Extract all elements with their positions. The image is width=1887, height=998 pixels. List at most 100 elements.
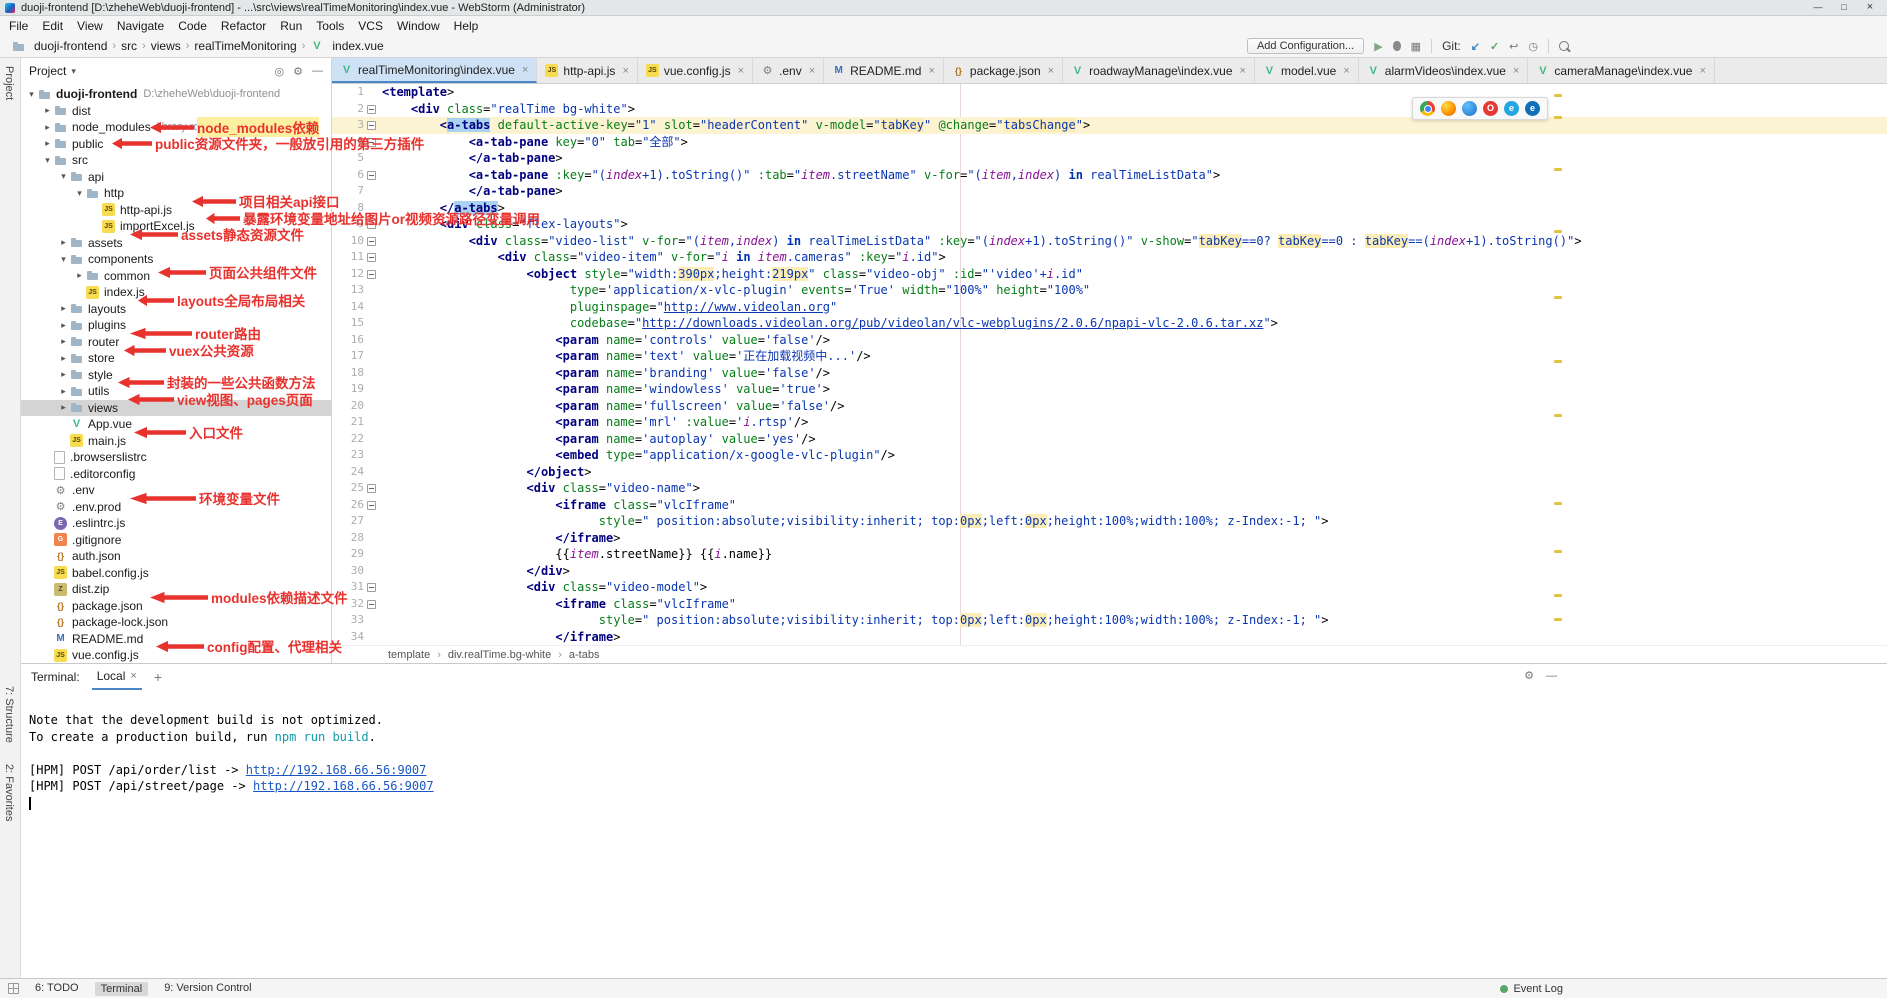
menu-run[interactable]: Run [273,19,309,33]
tree-item-.browserslistrc[interactable]: .browserslistrc [21,449,331,466]
firefox-icon[interactable] [1441,101,1456,116]
chevron-down-icon[interactable] [71,66,76,77]
git-commit-icon[interactable] [1490,40,1499,53]
chevron-expanded-icon[interactable] [25,89,38,100]
chevron-expanded-icon[interactable] [57,171,70,182]
tree-item-layouts[interactable]: layouts [21,301,331,318]
git-update-icon[interactable] [1471,40,1480,53]
fold-marker-icon[interactable] [364,579,378,596]
tree-item-auth.json[interactable]: auth.json [21,548,331,565]
chevron-collapsed-icon[interactable] [57,386,70,397]
menu-view[interactable]: View [70,19,110,33]
tree-item-.env[interactable]: .env [21,482,331,499]
menu-navigate[interactable]: Navigate [110,19,171,33]
hide-panel-icon[interactable] [1546,669,1557,682]
fold-marker-icon[interactable] [364,117,378,134]
editor-tab-package.json[interactable]: package.json [944,58,1063,83]
menu-tools[interactable]: Tools [309,19,351,33]
code-line[interactable]: 6 <a-tab-pane :key="(index+1).toString()… [332,167,1887,184]
tree-item-views[interactable]: views [21,400,331,417]
code-line[interactable]: 2 <div class="realTime bg-white"> [332,101,1887,118]
gear-icon[interactable] [293,65,303,78]
tree-item-plugins[interactable]: plugins [21,317,331,334]
chrome-icon[interactable] [1420,101,1435,116]
code-line[interactable]: 34 </iframe> [332,629,1887,646]
close-icon[interactable] [1048,65,1054,77]
editor-tab-vue.config.js[interactable]: vue.config.js [638,58,753,83]
close-icon[interactable] [1513,65,1519,77]
terminal-output[interactable]: Note that the development build is not o… [21,690,1887,978]
tool-button-project[interactable]: Project [3,66,15,100]
search-everywhere-icon[interactable] [1559,41,1569,51]
breadcrumb-src[interactable]: src [121,39,137,53]
error-stripe[interactable] [1552,84,1564,644]
tree-item-.eslintrc.js[interactable]: .eslintrc.js [21,515,331,532]
tree-item-README.md[interactable]: README.md [21,631,331,648]
fold-marker-icon[interactable] [364,596,378,613]
close-icon[interactable] [1240,65,1246,77]
code-line[interactable]: 12 <object style="width:390px;height:219… [332,266,1887,283]
tree-item-router[interactable]: router [21,334,331,351]
fold-marker-icon[interactable] [364,167,378,184]
chevron-collapsed-icon[interactable] [57,402,70,413]
editor-tab-README.md[interactable]: README.md [824,58,944,83]
breadcrumb-index.vue[interactable]: index.vue [310,39,383,53]
chevron-collapsed-icon[interactable] [57,353,70,364]
tree-item-src[interactable]: src [21,152,331,169]
code-line[interactable]: 16 <param name='controls' value='false'/… [332,332,1887,349]
menu-window[interactable]: Window [390,19,447,33]
editor-tab-http-api.js[interactable]: http-api.js [537,58,637,83]
fold-marker-icon[interactable] [364,480,378,497]
tree-item-common[interactable]: common [21,268,331,285]
code-line[interactable]: 31 <div class="video-model"> [332,579,1887,596]
breadcrumb-template[interactable]: template [388,649,430,661]
tree-item-http-api.js[interactable]: http-api.js [21,202,331,219]
gear-icon[interactable] [1524,669,1534,682]
code-line[interactable]: 18 <param name='branding' value='false'/… [332,365,1887,382]
menu-refactor[interactable]: Refactor [214,19,273,33]
tool-window-switcher-icon[interactable] [8,983,19,994]
tree-item-duoji-frontend[interactable]: duoji-frontendD:\zheheWeb\duoji-frontend [21,86,331,103]
chevron-collapsed-icon[interactable] [41,138,54,149]
hide-panel-icon[interactable] [312,65,323,78]
tree-item-store[interactable]: store [21,350,331,367]
close-icon[interactable] [522,64,528,76]
code-line[interactable]: 11 <div class="video-item" v-for="i in i… [332,249,1887,266]
terminal-link[interactable]: http://192.168.66.56:9007 [246,763,427,777]
fold-marker-icon[interactable] [364,101,378,118]
fold-marker-icon[interactable] [364,497,378,514]
new-session-icon[interactable] [154,669,162,685]
breadcrumb-realTimeMonitoring[interactable]: realTimeMonitoring [194,39,296,53]
tree-item-importExcel.js[interactable]: importExcel.js [21,218,331,235]
chevron-collapsed-icon[interactable] [57,237,70,248]
close-window-icon[interactable] [1858,1,1882,14]
tree-item-vue.config.js[interactable]: vue.config.js [21,647,331,663]
chevron-collapsed-icon[interactable] [41,122,54,133]
tree-item-dist[interactable]: dist [21,103,331,120]
minimize-icon[interactable] [1806,1,1830,14]
menu-help[interactable]: Help [447,19,486,33]
tree-item-.gitignore[interactable]: .gitignore [21,532,331,549]
statusbar-6-todo[interactable]: 6: TODO [35,982,79,996]
tree-item-api[interactable]: api [21,169,331,186]
editor-tab-roadwayManage-index.vue[interactable]: roadwayManage\index.vue [1063,58,1255,83]
code-line[interactable]: 26 <iframe class="vlcIframe" [332,497,1887,514]
code-line[interactable]: 28 </iframe> [332,530,1887,547]
chevron-collapsed-icon[interactable] [57,303,70,314]
tool-button-structure[interactable]: 7: Structure [3,686,15,743]
edge-icon[interactable] [1525,101,1540,116]
tree-item-package-lock.json[interactable]: package-lock.json [21,614,331,631]
coverage-icon[interactable] [1411,40,1421,53]
editor-tab-realTimeMonitoring-index.vue[interactable]: realTimeMonitoring\index.vue [332,58,537,83]
locate-file-icon[interactable] [275,65,285,78]
statusbar-9-version-control[interactable]: 9: Version Control [164,982,251,996]
menu-code[interactable]: Code [171,19,214,33]
code-line[interactable]: 10 <div class="video-list" v-for="(item,… [332,233,1887,250]
close-icon[interactable] [130,670,136,682]
close-icon[interactable] [622,65,628,77]
breadcrumb-div.realTime.bg-white[interactable]: div.realTime.bg-white [448,649,551,661]
tree-item-http[interactable]: http [21,185,331,202]
git-revert-icon[interactable] [1509,40,1518,53]
ie-icon[interactable] [1504,101,1519,116]
code-line[interactable]: 22 <param name='autoplay' value='yes'/> [332,431,1887,448]
